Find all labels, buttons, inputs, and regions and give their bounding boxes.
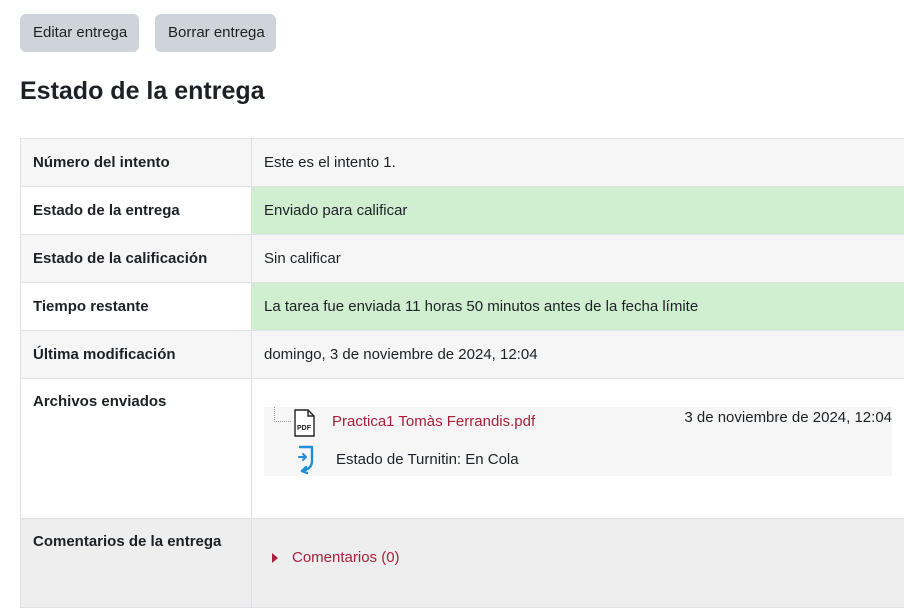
table-row: Comentarios de la entrega Comentarios (0… [21, 519, 904, 608]
table-row: Tiempo restante La tarea fue enviada 11 … [21, 283, 904, 331]
time-remaining-label: Tiempo restante [21, 283, 252, 331]
caret-right-icon [272, 553, 278, 563]
grading-status-label: Estado de la calificación [21, 235, 252, 283]
submitted-files-label: Archivos enviados [21, 379, 252, 519]
submission-comments-label: Comentarios de la entrega [21, 519, 252, 608]
submission-status-label: Estado de la entrega [21, 187, 252, 235]
delete-submission-button[interactable]: Borrar entrega [155, 14, 276, 52]
submission-status-table: Número del intento Este es el intento 1.… [20, 138, 904, 608]
page-title: Estado de la entrega [20, 74, 265, 108]
table-row: Estado de la entrega Enviado para califi… [21, 187, 904, 235]
attempt-number-value: Este es el intento 1. [252, 139, 904, 187]
tree-connector [274, 407, 291, 422]
edit-submission-button[interactable]: Editar entrega [20, 14, 139, 52]
time-remaining-value: La tarea fue enviada 11 horas 50 minutos… [252, 283, 904, 331]
table-row: Estado de la calificación Sin calificar [21, 235, 904, 283]
submitted-file-link[interactable]: Practica1 Tomàs Ferrandis.pdf [332, 413, 535, 430]
submitted-files-cell: PDF Practica1 Tomàs Ferrandis.pdf 3 de n… [252, 379, 904, 519]
comments-toggle[interactable]: Comentarios (0) [264, 549, 400, 566]
svg-text:PDF: PDF [297, 425, 312, 432]
pdf-file-icon: PDF [292, 409, 316, 437]
turnitin-status: Estado de Turnitin: En Cola [336, 451, 519, 468]
file-upload-date: 3 de noviembre de 2024, 12:04 [684, 409, 892, 426]
table-row: Archivos enviados PDF Practica1 Tomàs Fe… [21, 379, 904, 519]
table-row: Última modificación domingo, 3 de noviem… [21, 331, 904, 379]
last-modified-value: domingo, 3 de noviembre de 2024, 12:04 [252, 331, 904, 379]
table-row: Número del intento Este es el intento 1. [21, 139, 904, 187]
last-modified-label: Última modificación [21, 331, 252, 379]
submission-status-value: Enviado para calificar [252, 187, 904, 235]
comments-toggle-label: Comentarios (0) [292, 549, 400, 566]
attempt-number-label: Número del intento [21, 139, 252, 187]
turnitin-icon [292, 445, 316, 475]
grading-status-value: Sin calificar [252, 235, 904, 283]
submission-comments-cell: Comentarios (0) [252, 519, 904, 608]
file-tree: PDF Practica1 Tomàs Ferrandis.pdf 3 de n… [264, 407, 892, 476]
